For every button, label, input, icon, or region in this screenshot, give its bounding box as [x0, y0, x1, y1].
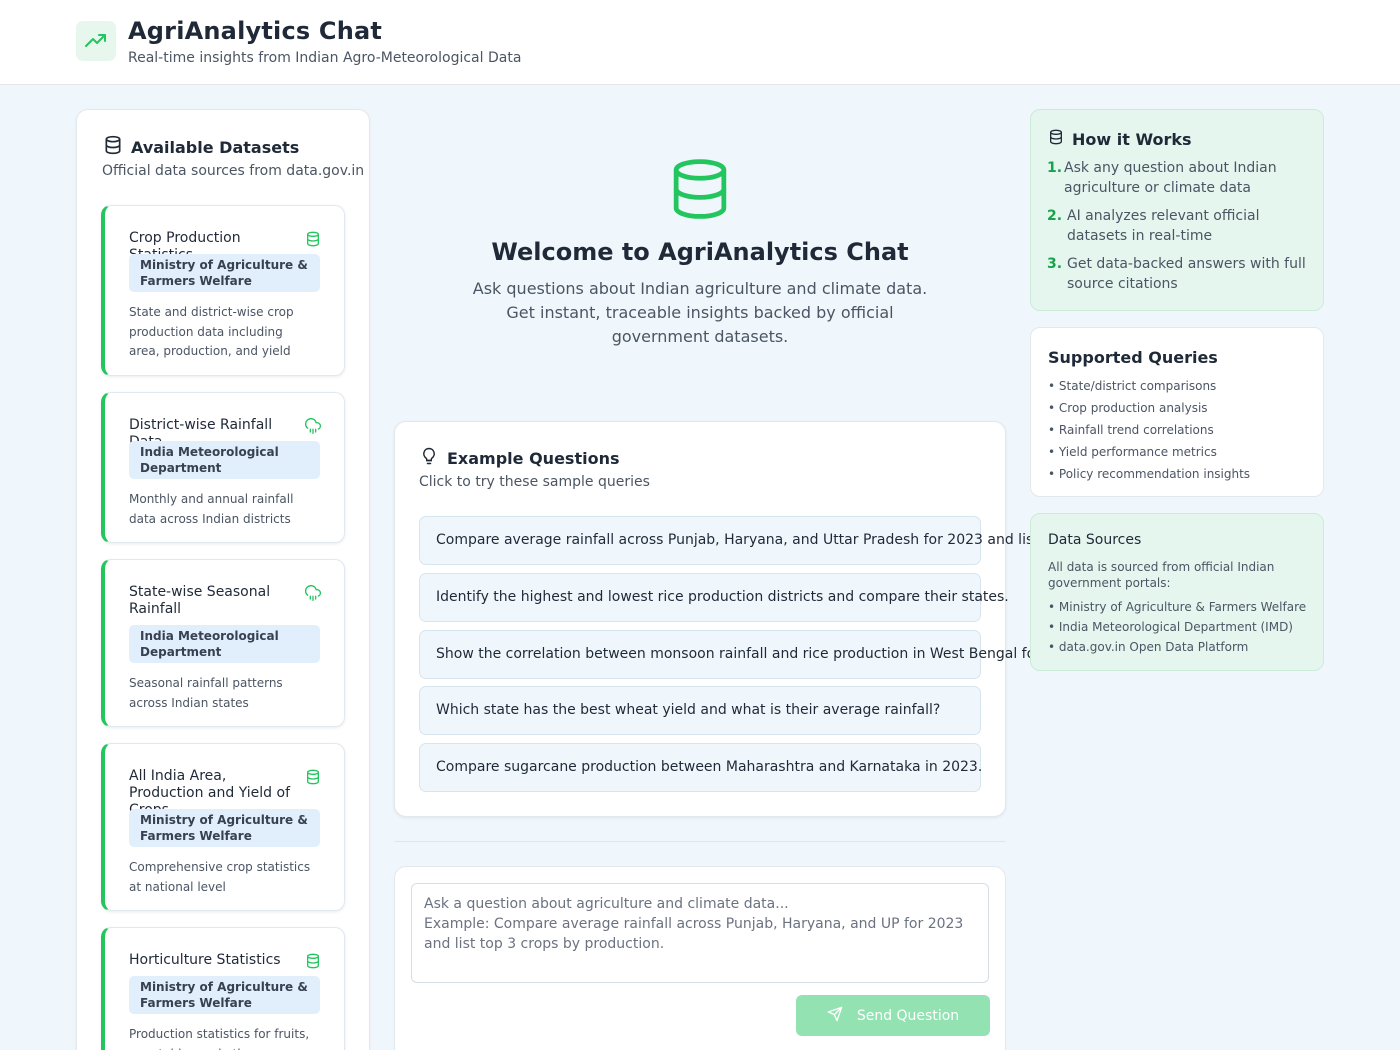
- how-step: 3. Get data-backed answers with full sou…: [1047, 254, 1307, 294]
- dataset-card[interactable]: District-wise Rainfall Data India Meteor…: [101, 392, 345, 543]
- cloud-rain-icon: [305, 418, 322, 438]
- list-item: • Policy recommendation insights: [1048, 467, 1251, 481]
- step-text: Ask any question about Indian agricultur…: [1064, 160, 1277, 196]
- app-header: AgriAnalytics Chat Real-time insights fr…: [0, 0, 1400, 85]
- divider: [394, 841, 1006, 842]
- trending-up-icon: [76, 21, 116, 61]
- database-icon: [1048, 129, 1064, 149]
- lightbulb-icon: [420, 446, 438, 470]
- dataset-source-badge: Ministry of Agriculture & Farmers Welfar…: [129, 809, 320, 847]
- send-button-label: Send Question: [856, 1007, 960, 1024]
- dataset-source-badge: India Meteorological Department: [129, 625, 320, 663]
- datasets-panel[interactable]: Available Datasets Official data sources…: [76, 109, 370, 1050]
- example-questions-panel: Example Questions Click to try these sam…: [394, 421, 1284, 817]
- dataset-card[interactable]: Crop Production Statistics Ministry of A…: [101, 205, 345, 376]
- datasets-subtitle: Official data sources from data.gov.in: [102, 163, 365, 179]
- dataset-source-badge: Ministry of Agriculture & Farmers Welfar…: [129, 976, 320, 1014]
- welcome-text: Ask questions about Indian agriculture a…: [472, 279, 928, 346]
- database-icon: [305, 231, 321, 251]
- list-item: • State/district comparisons: [1048, 379, 1217, 393]
- database-icon: [103, 135, 123, 159]
- welcome-title: Welcome to AgriAnalytics Chat: [491, 238, 909, 266]
- datasets-title: Available Datasets: [131, 137, 300, 157]
- example-questions-subtitle: Click to try these sample queries: [419, 474, 650, 490]
- database-icon: [671, 158, 729, 224]
- dataset-description: Monthly and annual rainfall data across …: [129, 492, 294, 526]
- how-step: 1. Ask any question about Indian agricul…: [1047, 158, 1307, 198]
- example-question[interactable]: Compare average rainfall across Punjab, …: [419, 516, 1284, 565]
- dataset-name: Horticulture Statistics: [129, 952, 281, 968]
- data-sources-list: • Ministry of Agriculture & Farmers Welf…: [1048, 597, 1306, 657]
- step-number: 1.: [1047, 160, 1063, 176]
- supported-queries-title: Supported Queries: [1048, 348, 1218, 367]
- question-composer: Send Question: [394, 866, 1006, 1050]
- dataset-card[interactable]: All India Area, Production and Yield of …: [101, 743, 345, 911]
- data-sources-intro: All data is sourced from official Indian…: [1048, 560, 1275, 590]
- example-question[interactable]: Compare sugarcane production between Mah…: [419, 743, 982, 792]
- step-text: Get data-backed answers with full source…: [1067, 256, 1306, 292]
- example-question[interactable]: Which state has the best wheat yield and…: [419, 686, 981, 735]
- step-number: 3.: [1047, 256, 1063, 272]
- how-it-works-panel: How it Works 1. Ask any question about I…: [1030, 109, 1324, 311]
- dataset-description: Seasonal rainfall patterns across Indian…: [129, 676, 283, 710]
- dataset-source-badge: Ministry of Agriculture & Farmers Welfar…: [129, 254, 320, 292]
- supported-queries-list: • State/district comparisons • Crop prod…: [1048, 375, 1250, 485]
- question-input[interactable]: [411, 883, 989, 983]
- data-sources-title: Data Sources: [1048, 532, 1142, 548]
- cloud-rain-icon: [305, 585, 322, 605]
- data-sources-panel: Data Sources All data is sourced from of…: [1030, 513, 1324, 671]
- send-icon: [827, 1006, 843, 1026]
- example-question[interactable]: Show the correlation between monsoon rai…: [419, 630, 1085, 679]
- supported-queries-panel: Supported Queries • State/district compa…: [1030, 327, 1324, 497]
- how-it-works-title: How it Works: [1072, 129, 1192, 149]
- dataset-card[interactable]: Horticulture Statistics Ministry of Agri…: [101, 927, 345, 1050]
- dataset-name: State-wise Seasonal Rainfall: [129, 584, 271, 617]
- send-question-button[interactable]: Send Question: [796, 995, 990, 1036]
- list-item: • Yield performance metrics: [1048, 445, 1217, 459]
- example-question[interactable]: Identify the highest and lowest rice pro…: [419, 573, 1009, 622]
- database-icon: [305, 953, 321, 973]
- dataset-description: State and district-wise crop production …: [129, 305, 294, 358]
- dataset-description: Comprehensive crop statistics at nationa…: [129, 860, 311, 894]
- dataset-card[interactable]: State-wise Seasonal Rainfall India Meteo…: [101, 559, 345, 727]
- list-item: • India Meteorological Department (IMD): [1048, 620, 1293, 634]
- list-item: • Rainfall trend correlations: [1048, 423, 1214, 437]
- dataset-source-badge: India Meteorological Department: [129, 441, 320, 479]
- list-item: • Crop production analysis: [1048, 401, 1208, 415]
- example-questions-title: Example Questions: [447, 448, 620, 468]
- database-icon: [305, 769, 321, 789]
- list-item: • Ministry of Agriculture & Farmers Welf…: [1048, 600, 1307, 614]
- step-number: 2.: [1047, 208, 1063, 224]
- list-item: • data.gov.in Open Data Platform: [1048, 640, 1249, 654]
- dataset-description: Production statistics for fruits, vegeta…: [129, 1027, 310, 1050]
- step-text: AI analyzes relevant official datasets i…: [1067, 208, 1260, 244]
- app-subtitle: Real-time insights from Indian Agro-Mete…: [128, 50, 522, 66]
- how-step: 2. AI analyzes relevant official dataset…: [1047, 206, 1307, 246]
- app-title: AgriAnalytics Chat: [128, 17, 383, 45]
